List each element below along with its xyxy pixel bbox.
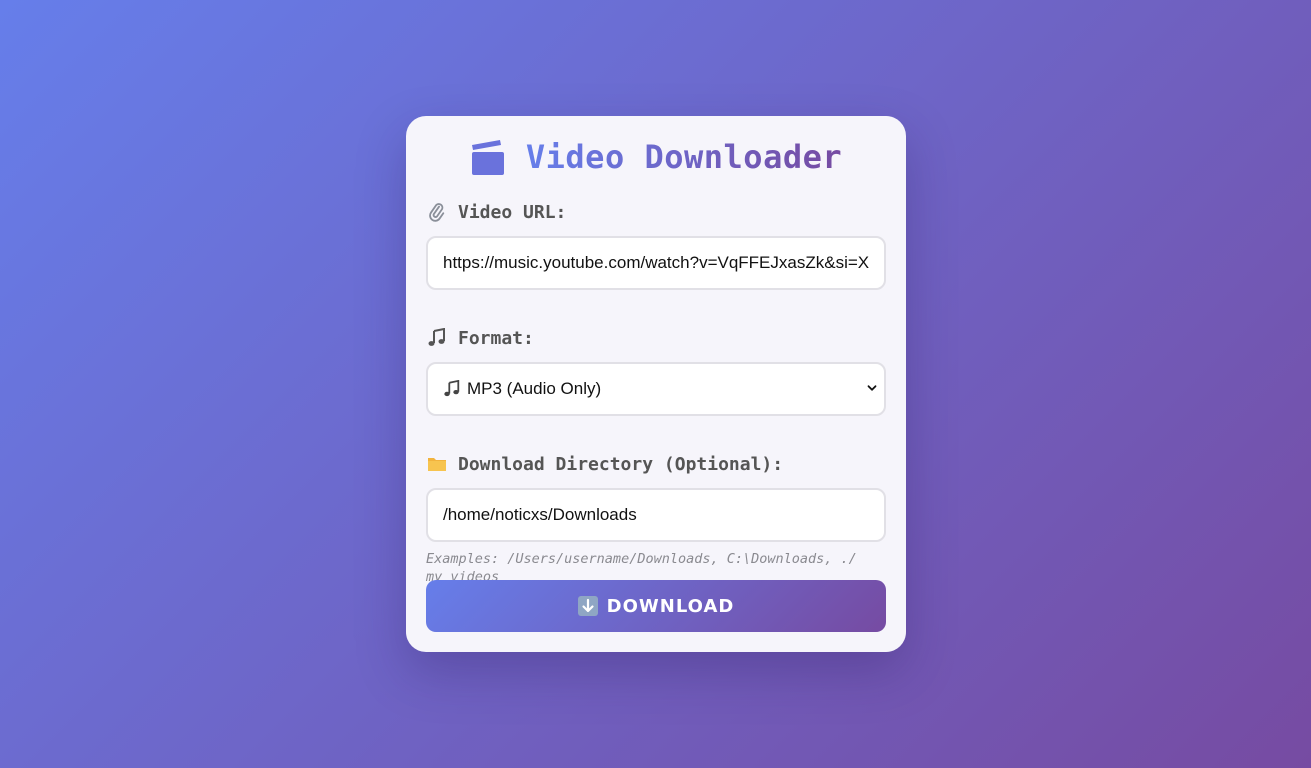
format-selected-value: MP3 (Audio Only) [467,379,602,398]
format-label: Format: [426,326,886,350]
url-label: Video URL: [426,200,886,224]
down-arrow-icon [577,596,598,616]
url-label-text: Video URL: [458,201,567,223]
music-note-icon [426,328,448,348]
download-directory-input[interactable]: /home/noticxs/Downloads [426,488,886,542]
clapperboard-icon [470,139,504,175]
paperclip-icon [426,202,448,222]
url-field-group: Video URL: https://music.youtube.com/wat… [426,200,886,290]
format-label-text: Format: [458,327,534,349]
download-button[interactable]: DOWNLOAD [426,580,886,632]
format-field-group: Format: MP3 (Audio Only) [426,326,886,416]
video-url-input[interactable]: https://music.youtube.com/watch?v=VqFFEJ… [426,236,886,290]
directory-label-text: Download Directory (Optional): [458,453,784,475]
download-button-label: DOWNLOAD [606,595,735,617]
video-url-value: https://music.youtube.com/watch?v=VqFFEJ… [443,253,870,272]
music-note-icon [443,380,461,398]
directory-field-group: Download Directory (Optional): /home/not… [426,452,886,586]
downloader-card: Video Downloader Video URL: https://musi… [406,116,906,652]
format-selected-value-wrap: MP3 (Audio Only) [443,379,601,399]
folder-icon [426,454,448,474]
title-row: Video Downloader [426,136,886,178]
format-select[interactable]: MP3 (Audio Only) [426,362,886,416]
download-directory-value: /home/noticxs/Downloads [443,505,637,524]
page-title: Video Downloader [525,138,843,176]
directory-label: Download Directory (Optional): [426,452,886,476]
chevron-down-icon [866,379,878,399]
